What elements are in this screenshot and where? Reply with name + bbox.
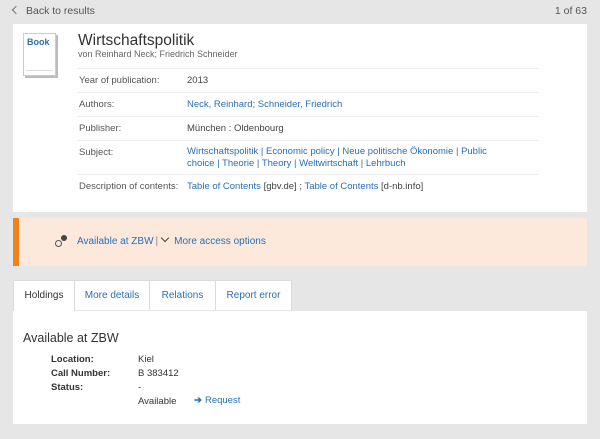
authors-label: Authors: (79, 99, 115, 110)
tab-report-error[interactable]: Report error (215, 280, 292, 310)
accent-bar (13, 218, 19, 266)
tab-holdings[interactable]: Holdings (13, 280, 75, 312)
request-link[interactable]: ➔ Request (194, 395, 240, 406)
record-title: Wirtschaftspolitik (78, 32, 195, 49)
subject-separator: | (214, 158, 223, 169)
format-badge: Book (27, 37, 50, 47)
book-icon: Book (23, 33, 56, 76)
subject-link[interactable]: Theorie (222, 158, 254, 169)
publisher-label: Publisher: (79, 123, 122, 134)
subject-link[interactable]: Weltwirtschaft (299, 158, 358, 169)
subject-link[interactable]: Wirtschaftspolitik (187, 146, 258, 157)
record-card: Book Wirtschaftspolitik von Reinhard Nec… (13, 24, 587, 212)
subject-link[interactable]: Theory (262, 158, 292, 169)
meta-row-contents: Description of contents: Table of Conten… (78, 174, 538, 199)
call-number-label: Call Number: (51, 368, 111, 379)
toc-link-gbv[interactable]: Table of Contents (187, 181, 261, 192)
more-access-label: More access options (174, 236, 266, 247)
subject-label: Subject: (79, 147, 114, 158)
status-value: - (138, 382, 142, 393)
subject-separator: | (291, 158, 300, 169)
toc-source-dnb: [d-nb.info] (378, 181, 424, 192)
back-label: Back to results (26, 5, 95, 17)
year-value: 2013 (187, 75, 209, 86)
tab-more-details[interactable]: More details (74, 280, 150, 310)
subject-list: Wirtschaftspolitik | Economic policy | N… (187, 146, 517, 170)
subject-link[interactable]: Economic policy (266, 146, 335, 157)
contents-value: Table of Contents [gbv.de] ; Table of Co… (187, 181, 424, 192)
arrow-right-icon: ➔ (194, 395, 202, 406)
top-bar: Back to results 1 of 63 (0, 0, 600, 24)
chevron-down-icon (160, 233, 170, 243)
holdings-heading: Available at ZBW (23, 331, 119, 345)
call-number-value: B 383412 (138, 368, 179, 379)
tab-relations[interactable]: Relations (149, 280, 216, 310)
status-label: Status: (51, 382, 84, 393)
toc-source-gbv: [gbv.de] (260, 181, 297, 192)
subject-separator: | (358, 158, 366, 169)
publisher-value: München : Oldenbourg (187, 123, 284, 134)
available-at-zbw-link[interactable]: Available at ZBW (77, 236, 154, 247)
subject-separator: | (453, 146, 462, 157)
record-byline: von Reinhard Neck; Friedrich Schneider (78, 49, 238, 59)
holdings-panel: Available at ZBW Location: Kiel Call Num… (13, 311, 587, 424)
subject-separator: | (258, 146, 267, 157)
chevron-left-icon (11, 5, 21, 15)
access-options: Available at ZBW | More access options (77, 233, 266, 247)
access-banner: Available at ZBW | More access options (13, 218, 587, 266)
subject-link[interactable]: Lehrbuch (366, 158, 406, 169)
subject-separator: | (254, 158, 262, 169)
subject-link[interactable]: Neue politische Ökonomie (342, 146, 453, 157)
year-label: Year of publication: (79, 75, 160, 86)
meta-row-authors: Authors: Neck, Reinhard; Schneider, Frie… (78, 92, 538, 117)
meta-row-subject: Subject: Wirtschaftspolitik | Economic p… (78, 140, 538, 175)
access-icon (55, 234, 69, 248)
meta-row-year: Year of publication: 2013 (78, 68, 538, 93)
location-label: Location: (51, 354, 94, 365)
availability-value: Available (138, 396, 177, 407)
meta-row-publisher: Publisher: München : Oldenbourg (78, 116, 538, 141)
location-value: Kiel (138, 354, 154, 365)
contents-label: Description of contents: (79, 181, 179, 192)
result-pager: 1 of 63 (554, 5, 587, 17)
request-label: Request (204, 395, 241, 406)
toc-link-dnb[interactable]: Table of Contents (304, 181, 378, 192)
authors-link[interactable]: Neck, Reinhard; Schneider, Friedrich (187, 99, 517, 111)
more-access-options-toggle[interactable]: More access options (160, 233, 266, 247)
back-to-results-link[interactable]: Back to results (11, 5, 95, 17)
